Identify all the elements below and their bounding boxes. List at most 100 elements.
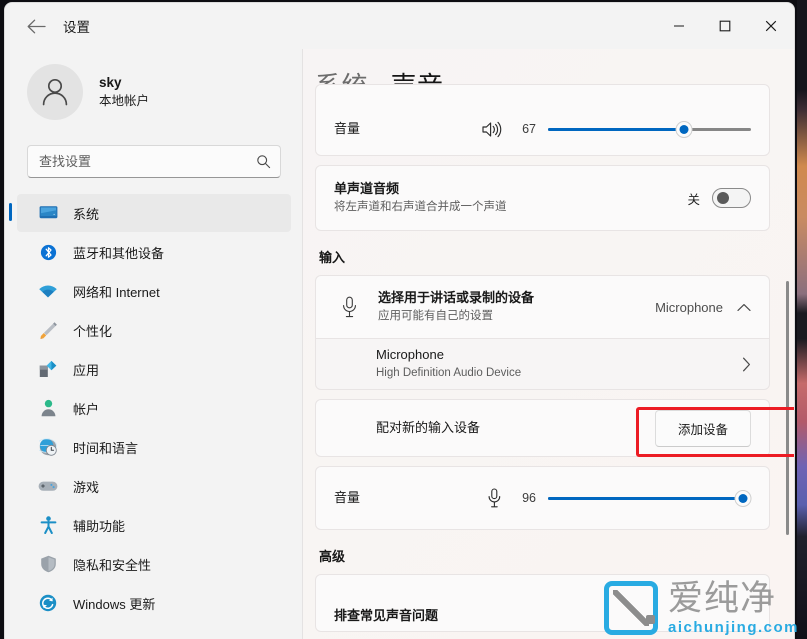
sidebar-item-windows-update[interactable]: Windows 更新 (17, 584, 291, 622)
microphone-device-subtitle: High Definition Audio Device (376, 366, 522, 379)
sidebar-item-label: 时间和语言 (73, 440, 139, 456)
search-input[interactable] (39, 154, 256, 169)
input-volume-text: 音量 (334, 490, 487, 507)
mono-audio-state-label: 关 (687, 192, 700, 207)
clock-globe-icon (37, 437, 59, 457)
output-volume-text: 音量 (334, 121, 482, 138)
shield-icon (37, 554, 59, 574)
input-volume-value: 96 (522, 491, 536, 505)
choose-input-device-subtitle: 应用可能有自己的设置 (378, 309, 493, 322)
slider-fill (548, 496, 743, 500)
pair-input-device-label: 配对新的输入设备 (376, 419, 481, 435)
sidebar-item-bluetooth[interactable]: 蓝牙和其他设备 (17, 233, 291, 271)
microphone-device-text: Microphone High Definition Audio Device (376, 347, 742, 381)
account-icon (37, 398, 59, 418)
gamepad-icon (37, 476, 59, 496)
account-block[interactable]: sky 本地帐户 (5, 51, 303, 125)
avatar (27, 64, 83, 120)
sidebar-item-network[interactable]: 网络和 Internet (17, 272, 291, 310)
sidebar-nav-list: 系统 蓝牙和其他设备 网络和 Internet 个性化 应用 帐户 时间和语言 … (5, 194, 303, 622)
sidebar: sky 本地帐户 查找设置 系统 蓝牙和其他设备 网络和 Internet 个性… (5, 49, 303, 639)
sidebar-item-privacy-security[interactable]: 隐私和安全性 (17, 545, 291, 583)
sidebar-item-personalization[interactable]: 个性化 (17, 311, 291, 349)
account-type: 本地帐户 (99, 93, 150, 108)
mono-audio-row: 单声道音频 将左声道和右声道合并成一个声道 关 (316, 166, 769, 230)
input-volume-card: 音量 96 (315, 466, 770, 530)
sidebar-item-label: Windows 更新 (73, 596, 156, 612)
maximize-icon (719, 20, 731, 32)
maximize-button[interactable] (702, 3, 748, 49)
main-content: 系统›声音 音量 (303, 49, 794, 639)
search-icon (256, 154, 271, 169)
desktop-background: 设置 sky 本地帐户 查找设置 系统 蓝牙和其他设备 网络和 Internet… (0, 0, 807, 639)
output-volume-slider[interactable] (548, 120, 751, 138)
minimize-button[interactable] (656, 3, 702, 49)
microphone-device-card: Microphone High Definition Audio Device (315, 338, 770, 390)
close-icon (765, 20, 777, 32)
apps-icon (37, 359, 59, 379)
slider-thumb[interactable] (734, 489, 752, 507)
chevron-up-icon[interactable] (737, 303, 751, 312)
sidebar-item-label: 隐私和安全性 (73, 557, 152, 573)
input-volume-slider[interactable] (548, 489, 752, 507)
update-icon (37, 593, 59, 613)
microphone-icon (334, 296, 364, 318)
back-button[interactable] (19, 11, 53, 41)
sidebar-item-gaming[interactable]: 游戏 (17, 467, 291, 505)
mono-audio-control: 关 (687, 188, 751, 208)
watermark-text: 爱纯净 aichunjing.com (668, 581, 799, 635)
settings-scroll-area: 音量 67 单声道音频 将左声道和右声道合并成一个声道 关 输入 选择用于讲话或… (303, 84, 794, 639)
monitor-icon (37, 203, 59, 223)
pair-input-device-card: 配对新的输入设备 添加设备 (315, 399, 770, 457)
mono-audio-text: 单声道音频 将左声道和右声道合并成一个声道 (334, 181, 687, 215)
slider-fill (548, 127, 684, 131)
chevron-right-icon[interactable] (742, 357, 751, 372)
wallpaper-strip (797, 0, 807, 639)
pair-input-device-text: 配对新的输入设备 (376, 420, 655, 437)
close-button[interactable] (748, 3, 794, 49)
sidebar-item-label: 蓝牙和其他设备 (73, 245, 165, 261)
output-volume-row: 音量 67 (316, 85, 769, 155)
watermark-logo-icon (603, 581, 658, 635)
mono-audio-title: 单声道音频 (334, 181, 400, 197)
slider-thumb[interactable] (675, 120, 693, 138)
account-text: sky 本地帐户 (99, 74, 149, 109)
output-volume-value: 67 (522, 122, 536, 136)
output-volume-label: 音量 (334, 120, 361, 136)
title-bar: 设置 (5, 3, 794, 49)
paintbrush-icon (37, 320, 59, 340)
speaker-icon (482, 121, 502, 138)
accessibility-icon (37, 515, 59, 535)
scrollbar-thumb[interactable] (786, 281, 789, 535)
watermark: 爱纯净 aichunjing.com (603, 581, 799, 635)
sidebar-item-apps[interactable]: 应用 (17, 350, 291, 388)
choose-input-device-value-group[interactable]: Microphone (655, 300, 751, 315)
sidebar-item-system[interactable]: 系统 (9, 194, 291, 232)
mono-audio-subtitle: 将左声道和右声道合并成一个声道 (334, 200, 507, 213)
input-volume-control: 96 (487, 488, 752, 508)
input-volume-row: 音量 96 (316, 467, 769, 529)
sidebar-item-label: 个性化 (73, 323, 113, 339)
sidebar-item-label: 帐户 (73, 401, 100, 417)
sidebar-item-accounts[interactable]: 帐户 (17, 389, 291, 427)
account-name: sky (99, 75, 122, 91)
caption-buttons (656, 3, 794, 49)
toggle-knob (717, 192, 729, 204)
sidebar-item-label: 游戏 (73, 479, 100, 495)
add-device-button[interactable]: 添加设备 (654, 409, 751, 447)
sidebar-item-label: 系统 (73, 206, 100, 222)
choose-input-device-title: 选择用于讲话或录制的设备 (378, 290, 535, 306)
minimize-icon (674, 25, 684, 27)
advanced-section-heading: 高级 (319, 549, 346, 564)
search-box[interactable] (27, 145, 281, 178)
choose-input-device-row[interactable]: 选择用于讲话或录制的设备 应用可能有自己的设置 Microphone (316, 276, 769, 338)
app-title: 设置 (63, 20, 90, 35)
window-body: sky 本地帐户 查找设置 系统 蓝牙和其他设备 网络和 Internet 个性… (5, 49, 794, 639)
microphone-icon (487, 488, 502, 508)
microphone-device-row[interactable]: Microphone High Definition Audio Device (316, 339, 769, 389)
sidebar-item-accessibility[interactable]: 辅助功能 (17, 506, 291, 544)
choose-input-device-value: Microphone (655, 299, 723, 315)
sidebar-item-time-language[interactable]: 时间和语言 (17, 428, 291, 466)
mono-audio-toggle[interactable] (712, 188, 751, 208)
output-volume-control: 67 (482, 120, 751, 138)
